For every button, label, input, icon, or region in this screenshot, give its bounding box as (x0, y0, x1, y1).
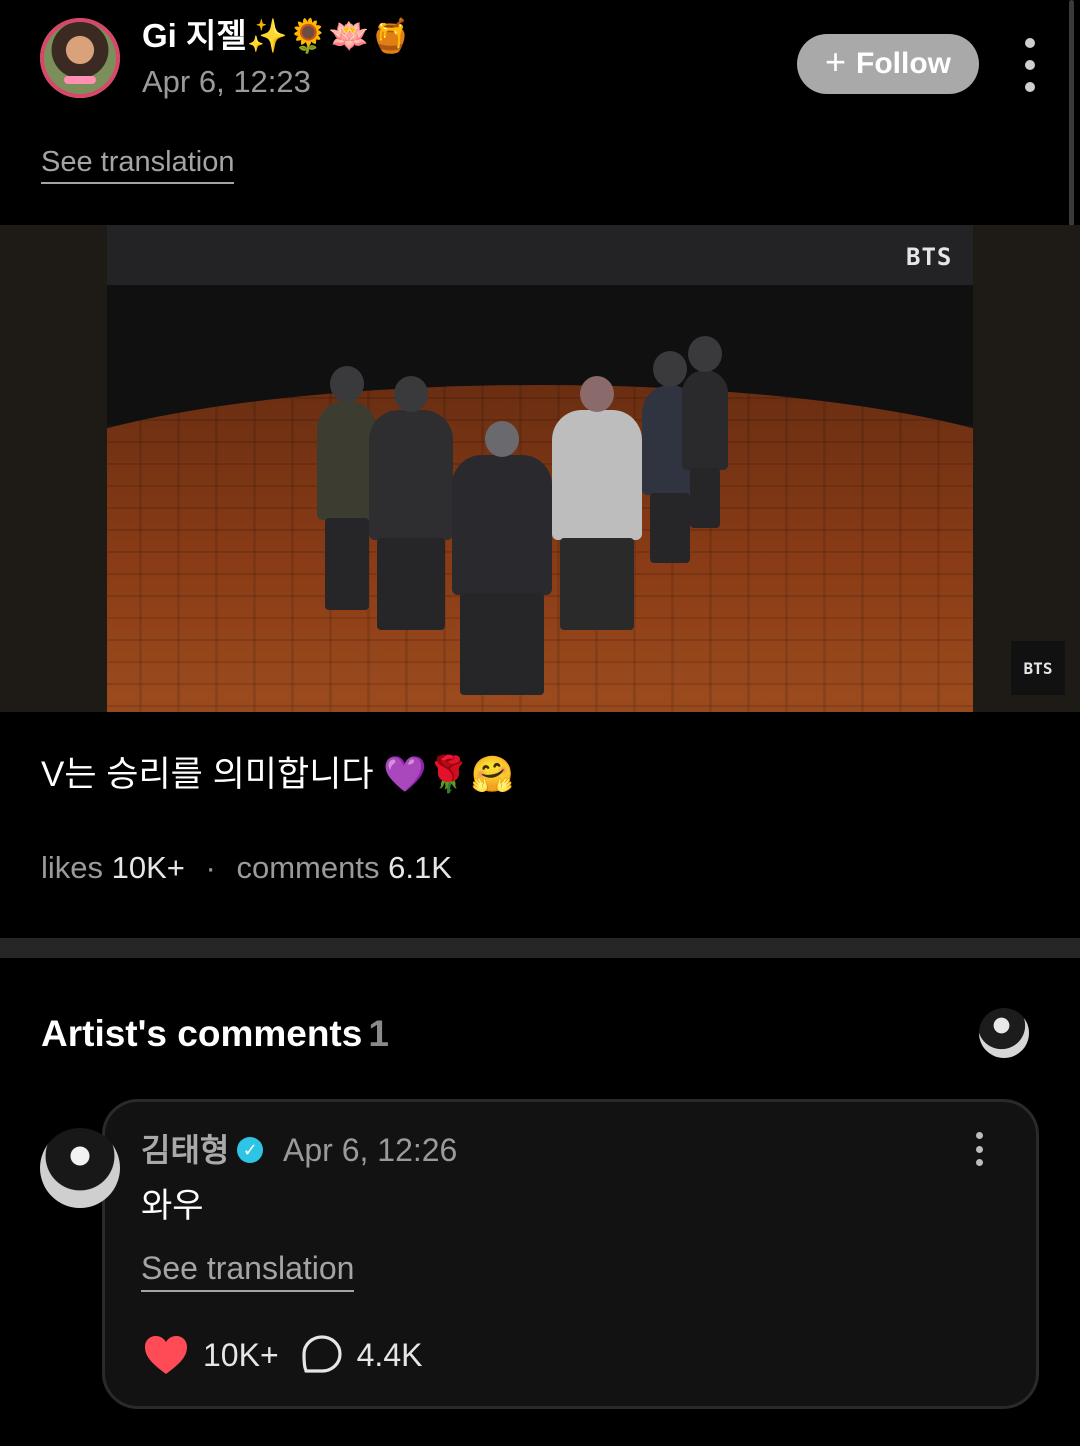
heart-icon[interactable] (143, 1334, 189, 1376)
post-timestamp: Apr 6, 12:23 (142, 64, 311, 99)
follow-label: Follow (856, 47, 951, 80)
comments-label: comments (236, 850, 380, 885)
video-watermark: BTS (906, 243, 953, 271)
comments-count[interactable]: 6.1K (388, 850, 452, 885)
post-video[interactable]: BTS BTS (0, 225, 1080, 712)
section-divider (0, 938, 1080, 958)
media-letterbox-right (973, 225, 1080, 712)
likes-label: likes (41, 850, 104, 885)
artist-comments-count: 1 (368, 1013, 389, 1054)
comment-likes-count[interactable]: 10K+ (203, 1337, 279, 1374)
comment-see-translation-link[interactable]: See translation (141, 1248, 355, 1292)
comment-bubble-icon[interactable] (301, 1334, 343, 1376)
dancer-figure (682, 336, 728, 528)
commenter-name[interactable]: 김태형 ✓ (141, 1128, 264, 1172)
more-vertical-icon (975, 1132, 983, 1139)
comment-text: 와우 (141, 1187, 204, 1225)
author-avatar[interactable] (40, 18, 120, 98)
comment-more-button[interactable] (969, 1132, 989, 1166)
commenter-avatar[interactable] (40, 1128, 120, 1208)
artist-comments-heading: Artist's comments (41, 1013, 363, 1054)
post-caption: V는 승리를 의미합니다 💜🌹🤗 (41, 755, 515, 794)
see-translation-link[interactable]: See translation (41, 144, 235, 184)
comment-replies-count[interactable]: 4.4K (357, 1337, 423, 1374)
artist-avatar-small[interactable] (979, 1008, 1029, 1058)
follow-button[interactable]: + Follow (797, 34, 979, 94)
dancer-figure (317, 366, 377, 610)
artist-comments-title[interactable]: Artist's comments 1 (41, 1010, 389, 1058)
video-frame (107, 225, 973, 712)
stats-separator: · (205, 850, 216, 885)
post-stats: likes 10K+ · comments 6.1K (41, 846, 452, 890)
dancer-figure (552, 376, 642, 630)
comment-actions: 10K+ 4.4K (143, 1330, 422, 1380)
likes-count[interactable]: 10K+ (112, 850, 185, 885)
author-name[interactable]: Gi 지젤✨🌻🪷🍯 (142, 14, 411, 58)
more-vertical-icon (1025, 38, 1035, 48)
dancer-figure (369, 376, 453, 630)
channel-badge[interactable]: BTS (1011, 641, 1065, 695)
verified-icon: ✓ (237, 1137, 264, 1163)
more-options-button[interactable] (1018, 38, 1042, 92)
plus-icon: + (824, 41, 847, 82)
dancer-figure (452, 421, 552, 695)
media-letterbox-left (0, 225, 107, 712)
commenter-name-text: 김태형 (141, 1132, 230, 1168)
comment-timestamp: Apr 6, 12:26 (283, 1132, 458, 1168)
